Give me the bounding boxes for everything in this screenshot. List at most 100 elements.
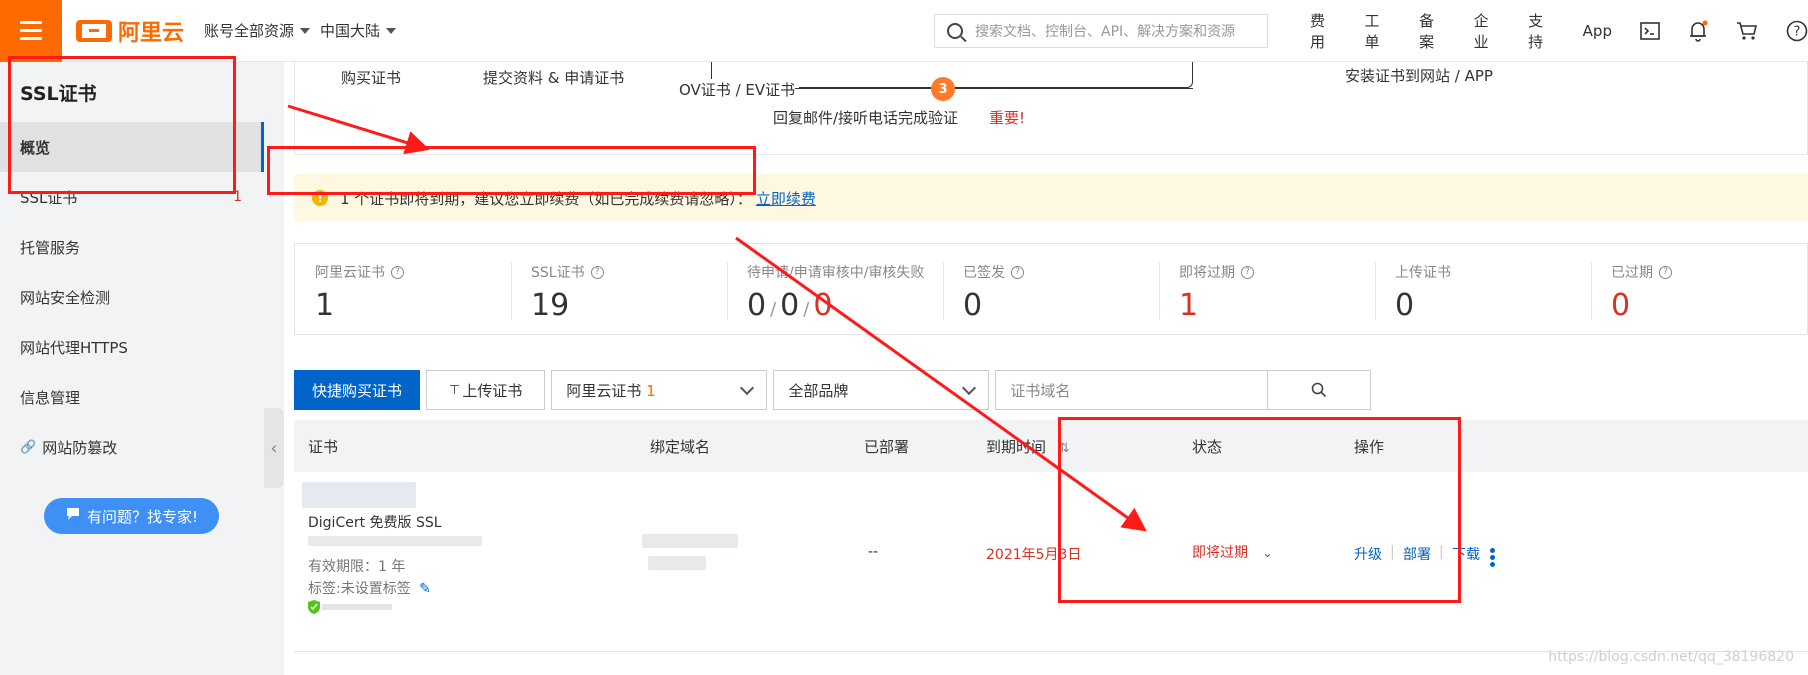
upload-cert-button[interactable]: ⊤ 上传证书 [426,370,546,410]
brand-filter-select[interactable]: 全部品牌 [773,370,990,410]
redacted-bar [322,604,392,610]
cert-type-label: 阿里云证书 [566,381,642,400]
link-icon: 🔗 [20,439,37,455]
sidebar-item-ssl-certs[interactable]: SSL证书 1 [0,172,264,222]
sidebar-item-label: SSL证书 [20,188,78,207]
top-link-fees[interactable]: 费用 [1310,10,1337,52]
cert-security-indicator [308,600,392,614]
table-row: DigiCert 免费版 SSL 有效期限：1 年 标签:未设置标签 ✎ -- … [294,472,1808,652]
stat-label: 已过期 [1611,265,1653,281]
shield-check-icon [308,600,320,614]
sidebar-item-managed-service[interactable]: 托管服务 [0,222,264,272]
sidebar-item-info-management[interactable]: 信息管理 [0,372,264,422]
question-icon[interactable]: ? [1241,265,1254,279]
download-link[interactable]: 下载 [1452,544,1480,564]
column-header-actions: 操作 [1354,438,1385,456]
stat-uploaded[interactable]: 上传证书 0 [1375,244,1591,334]
aliyun-logo[interactable]: 阿里云 [76,15,184,47]
top-link-icp[interactable]: 备案 [1419,10,1446,52]
step-apply: 提交资料 & 申请证书 [483,69,625,87]
top-link-app[interactable]: App [1583,22,1612,40]
edit-tag-icon[interactable]: ✎ [419,581,431,597]
help-icon[interactable]: ? [1786,20,1808,42]
stat-value: 0 [1611,288,1631,323]
redacted-domain [642,534,738,548]
sidebar-item-tamper-protection[interactable]: 🔗 网站防篡改 [0,422,264,472]
stat-label: 即将过期 [1179,265,1235,281]
stat-issued[interactable]: 已签发? 0 [943,244,1159,334]
chevron-down-icon [740,380,755,395]
question-icon[interactable]: ? [590,265,604,279]
cert-type-count: 1 [646,381,656,400]
brand-filter-label: 全部品牌 [788,381,849,400]
expiry-date: 2021年5月3日 [986,547,1082,563]
search-icon [1312,382,1327,398]
sidebar-collapse-toggle[interactable]: ‹ [264,408,284,488]
stat-ssl-certs[interactable]: SSL证书? 19 [511,244,727,334]
alert-text: 1 个证书即将到期，建议您立即续费（如已完成续费请忽略）： [340,189,752,208]
sidebar-title: SSL证书 [20,82,97,105]
bell-icon[interactable] [1688,20,1708,42]
quick-buy-button[interactable]: 快捷购买证书 [294,370,421,410]
stat-aliyun-certs[interactable]: 阿里云证书? 1 [295,244,511,334]
top-link-tickets[interactable]: 工单 [1365,10,1392,52]
redacted-cert-id [302,482,416,508]
top-link-enterprise[interactable]: 企业 [1474,10,1501,52]
stat-label: 上传证书 [1395,265,1451,281]
cart-icon[interactable] [1736,20,1758,42]
column-header-expiry[interactable]: 到期时间 ⇅ [986,436,1070,457]
top-links: 费用 工单 备案 企业 支持 App ? [1310,0,1808,62]
step-ov-ev: OV证书 / EV证书 [675,79,800,100]
sidebar-item-label: 概览 [20,138,51,157]
domain-search-input[interactable]: 证书域名 [996,371,1269,409]
search-icon [947,23,963,39]
account-scope-select[interactable]: 账号全部资源 [204,20,311,41]
sidebar-item-overview[interactable]: 概览 [0,122,264,172]
question-icon[interactable]: ? [1659,265,1672,279]
column-header-cert: 证书 [308,438,339,456]
global-search-placeholder: 搜索文档、控制台、API、解决方案和资源 [975,24,1236,40]
stat-expiring-soon[interactable]: 即将过期? 1 [1159,244,1375,334]
top-link-support[interactable]: 支持 [1528,10,1555,52]
sidebar-item-https-proxy[interactable]: 网站代理HTTPS [0,322,264,372]
status-label: 即将过期 [1192,545,1248,561]
main-content: 购买证书 提交资料 & 申请证书 OV证书 / EV证书 3 回复邮件/接听电话… [267,62,1808,675]
question-icon[interactable]: ? [1011,265,1024,279]
terminal-icon[interactable] [1640,20,1660,42]
renew-now-link[interactable]: 立即续费 [756,188,816,209]
warning-icon: ! [312,190,328,206]
stat-pending[interactable]: 待申请/申请审核中/审核失败 0/0/0 [727,244,943,334]
cert-type-select[interactable]: 阿里云证书 1 [551,370,768,410]
caret-down-icon [386,27,397,34]
cert-toolbar: 快捷购买证书 ⊤ 上传证书 阿里云证书 1 全部品牌 证书域名 [294,370,1372,410]
deploy-link[interactable]: 部署 [1403,544,1431,564]
brand-name: 阿里云 [118,20,185,46]
sort-icon[interactable]: ⇅ [1059,441,1070,456]
expiry-alert-banner: ! 1 个证书即将到期，建议您立即续费（如已完成续费请忽略）： 立即续费 [294,174,1808,222]
status-dropdown[interactable]: 即将过期 ⌄ [1192,542,1273,562]
step-install: 安装证书到网站 / APP [1345,67,1493,85]
chevron-down-icon: ⌄ [1262,546,1273,560]
question-icon[interactable]: ? [391,265,404,279]
upgrade-link[interactable]: 升级 [1354,544,1382,564]
sidebar-item-label: 网站代理HTTPS [20,338,128,357]
hamburger-menu-button[interactable] [0,0,62,62]
global-search-input[interactable]: 搜索文档、控制台、API、解决方案和资源 [934,14,1268,48]
redacted-domain [648,556,706,570]
more-actions-icon[interactable] [1490,548,1495,569]
ask-expert-button[interactable]: 有问题？找专家! [44,498,219,534]
stat-label: SSL证书 [531,265,585,281]
sidebar-item-site-security-scan[interactable]: 网站安全检测 [0,272,264,322]
domain-search-button[interactable] [1268,382,1370,398]
upload-icon: ⊤ [449,382,461,398]
chat-bubble-icon [65,506,81,526]
region-select[interactable]: 中国大陆 [320,20,397,41]
stat-expired[interactable]: 已过期? 0 [1591,244,1807,334]
stat-label: 待申请/申请审核中/审核失败 [747,265,925,281]
step-connector [795,88,931,89]
aliyun-logo-mark-icon [76,19,112,42]
action-divider: | [1390,544,1395,560]
cert-name: DigiCert 免费版 SSL [308,515,442,531]
watermark: https://blog.csdn.net/qq_38196820 [1548,649,1794,665]
column-header-expiry-label: 到期时间 [986,438,1047,456]
